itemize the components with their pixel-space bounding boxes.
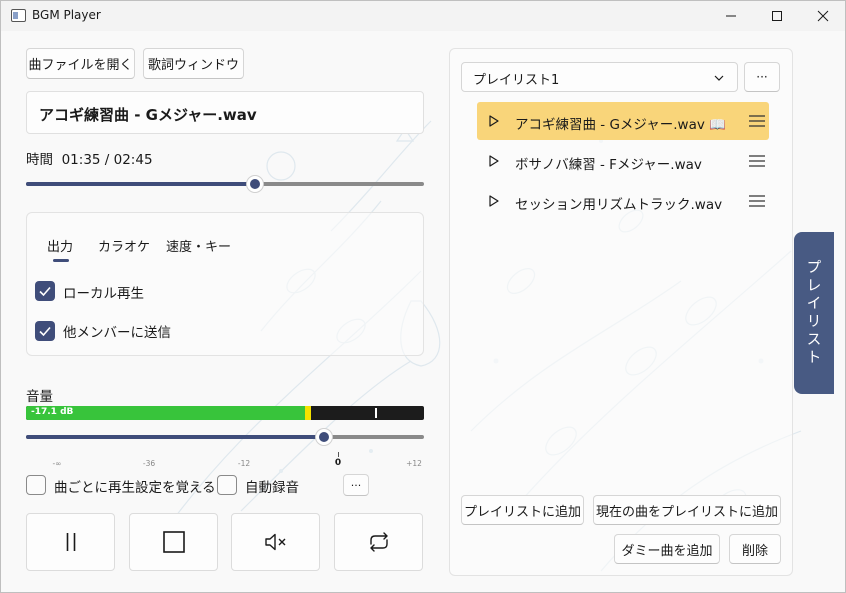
time-value: 01:35 / 02:45 <box>61 152 153 168</box>
level-meter: -17.1 dB <box>26 406 424 420</box>
options-more-button[interactable]: ··· <box>343 474 369 496</box>
minimize-button[interactable] <box>708 1 754 31</box>
drag-handle-icon[interactable] <box>749 115 765 127</box>
send-to-members-checkbox[interactable] <box>35 321 55 341</box>
drag-handle-icon[interactable] <box>749 155 765 167</box>
volume-scale-label: -12 <box>237 459 251 468</box>
open-file-button[interactable]: 曲ファイルを開く <box>26 48 135 79</box>
playlist-side-tab[interactable]: プレイリスト <box>794 232 834 394</box>
delete-button[interactable]: 削除 <box>729 534 781 564</box>
pause-button[interactable] <box>26 513 115 571</box>
time-readout: 時間 01:35 / 02:45 <box>26 148 153 168</box>
playlist-item[interactable]: ボサノバ練習 - Fメジャー.wav <box>477 142 769 180</box>
checkmark-icon <box>39 286 51 297</box>
playlist-more-button[interactable]: ··· <box>744 62 780 92</box>
app-window: BGM Player 曲ファイルを開く 歌詞ウィンドウ アコギ練習曲 - Gメジ… <box>0 0 846 593</box>
playlist-select[interactable]: プレイリスト1 <box>461 62 738 92</box>
repeat-icon <box>369 532 388 552</box>
tab-output[interactable]: 出力 <box>47 236 73 255</box>
chevron-down-icon <box>714 75 724 81</box>
seek-fill <box>26 182 256 186</box>
playlist-item-name: ボサノバ練習 - Fメジャー.wav <box>515 157 702 173</box>
local-play-label: ローカル再生 <box>63 286 144 302</box>
side-tab-label: プレイリスト <box>804 259 823 367</box>
minimize-icon <box>726 15 736 17</box>
playlist-item-name: セッション用リズムトラック.wav <box>515 197 723 213</box>
local-play-checkbox[interactable] <box>35 281 55 301</box>
volume-label: 音量 <box>26 389 53 405</box>
add-current-song-button[interactable]: 現在の曲をプレイリストに追加 <box>593 495 781 525</box>
auto-record-checkbox[interactable] <box>217 475 237 495</box>
time-label: 時間 <box>26 152 53 168</box>
mute-icon <box>264 533 285 551</box>
playlist-select-value: プレイリスト1 <box>473 73 560 88</box>
stop-button[interactable] <box>129 513 218 571</box>
auto-record-label: 自動録音 <box>245 480 299 496</box>
mute-button[interactable] <box>231 513 320 571</box>
remember-settings-label: 曲ごとに再生設定を覚える <box>54 480 216 496</box>
maximize-icon <box>772 11 782 21</box>
volume-scale-label: -∞ <box>52 459 62 468</box>
play-icon <box>489 155 499 167</box>
tab-indicator <box>53 259 69 262</box>
now-playing-title: アコギ練習曲 - Gメジャー.wav <box>26 91 424 134</box>
close-button[interactable] <box>800 1 845 31</box>
seek-thumb[interactable] <box>246 175 265 193</box>
volume-scale-label: +12 <box>406 459 422 468</box>
add-dummy-song-button[interactable]: ダミー曲を追加 <box>614 534 720 564</box>
stop-icon <box>162 531 185 553</box>
lyrics-window-button[interactable]: 歌詞ウィンドウ <box>143 48 244 79</box>
title-bar: BGM Player <box>1 1 845 31</box>
tab-karaoke[interactable]: カラオケ <box>98 236 150 255</box>
volume-scale-label: 0 <box>334 458 342 468</box>
pause-icon <box>66 533 75 551</box>
volume-scale-label: -36 <box>142 459 156 468</box>
volume-thumb[interactable] <box>315 428 333 446</box>
play-icon <box>489 115 499 127</box>
window-title: BGM Player <box>32 8 101 22</box>
close-icon <box>817 10 829 22</box>
volume-zero-mark <box>338 452 339 457</box>
send-to-members-label: 他メンバーに送信 <box>63 325 171 341</box>
add-to-playlist-button[interactable]: プレイリストに追加 <box>461 495 584 525</box>
meter-peak-marker <box>375 408 377 418</box>
maximize-button[interactable] <box>754 1 800 31</box>
drag-handle-icon[interactable] <box>749 195 765 207</box>
checkmark-icon <box>39 326 51 337</box>
remember-settings-checkbox[interactable] <box>26 475 46 495</box>
tab-speed-key[interactable]: 速度・キー <box>166 236 231 255</box>
app-icon <box>11 9 26 22</box>
volume-fill <box>26 435 324 439</box>
playlist-item-name: アコギ練習曲 - Gメジャー.wav 📖 <box>515 117 726 133</box>
meter-hot-segment <box>305 406 311 420</box>
playlist-item[interactable]: セッション用リズムトラック.wav <box>477 182 769 220</box>
meter-db-readout: -17.1 dB <box>31 407 74 417</box>
repeat-button[interactable] <box>334 513 423 571</box>
play-icon <box>489 195 499 207</box>
playlist-item[interactable]: アコギ練習曲 - Gメジャー.wav 📖 <box>477 102 769 140</box>
